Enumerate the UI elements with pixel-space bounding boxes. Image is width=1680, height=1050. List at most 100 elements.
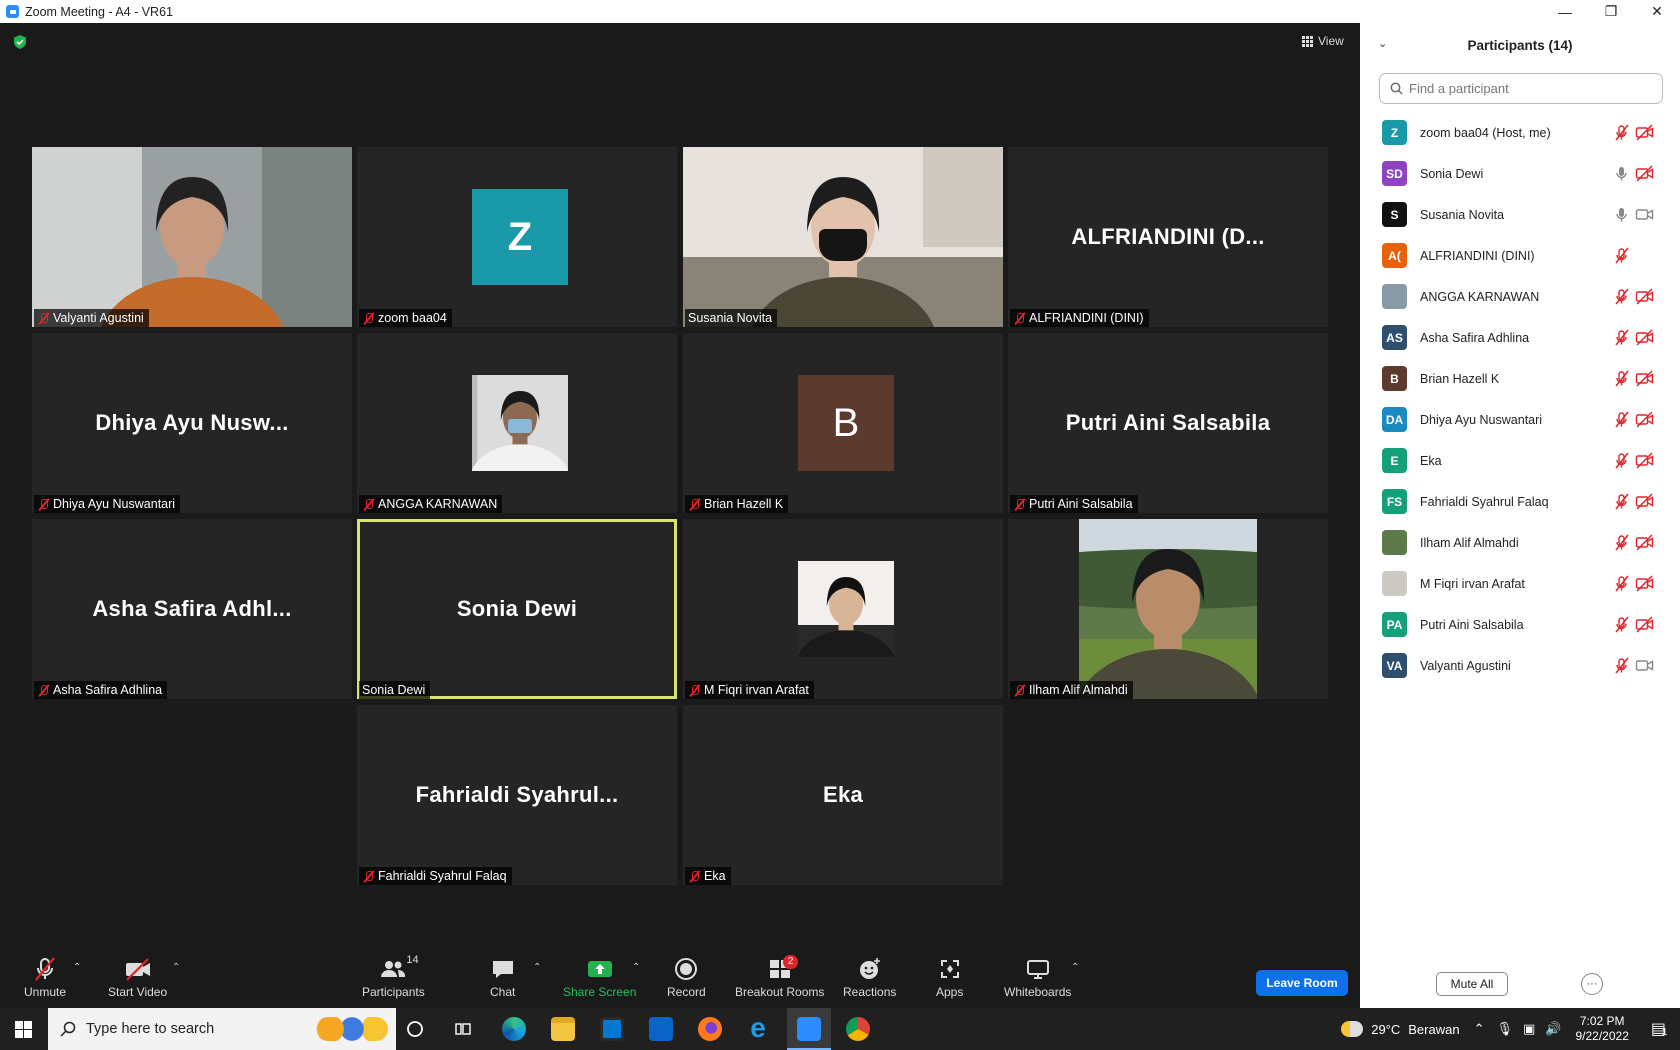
microsoft-store-icon[interactable] (600, 1017, 624, 1041)
minimize-icon[interactable]: — (1542, 0, 1588, 23)
firefox-icon[interactable] (698, 1017, 722, 1041)
share-screen-button[interactable]: Share Screen (563, 956, 636, 999)
participant-row-brian-hazell-k[interactable]: B Brian Hazell K (1360, 358, 1680, 399)
tile-name: Ilham Alif Almahdi (1029, 683, 1128, 697)
apps-button[interactable]: Apps (936, 956, 963, 999)
close-icon[interactable]: ✕ (1634, 0, 1680, 23)
volume-icon[interactable]: 🔊 (1545, 1021, 1561, 1037)
participant-row-sonia-dewi[interactable]: SD Sonia Dewi (1360, 153, 1680, 194)
mic-muted-icon[interactable] (1613, 411, 1630, 428)
participant-row-zoom-baa04-host-me[interactable]: Zzoom baa04 (Host, me) (1360, 112, 1680, 153)
participant-search-input[interactable] (1409, 81, 1639, 96)
internet-explorer-icon[interactable]: e (746, 1014, 770, 1042)
mic-muted-icon[interactable] (1613, 124, 1630, 141)
video-tile-putri-aini-salsabila[interactable]: Putri Aini Salsabila Putri Aini Salsabila (1008, 333, 1328, 513)
task-view-icon[interactable] (454, 1020, 472, 1038)
more-options-button[interactable]: ··· (1581, 973, 1603, 995)
participant-row-alfriandini-dini[interactable]: A(ALFRIANDINI (DINI) (1360, 235, 1680, 276)
participants-button[interactable]: 14 Participants (362, 954, 425, 999)
taskbar-search[interactable]: Type here to search (48, 1008, 396, 1050)
breakout-rooms-label: Breakout Rooms (735, 985, 825, 999)
breakout-rooms-button[interactable]: 2 Breakout Rooms (735, 955, 825, 999)
chrome-icon[interactable] (846, 1017, 870, 1041)
whiteboards-button[interactable]: Whiteboards (1004, 956, 1071, 999)
mic-muted-icon[interactable] (1613, 493, 1630, 510)
avatar: B (798, 375, 894, 471)
collapse-chevron-icon[interactable]: ⌄ (1378, 37, 1387, 50)
chat-button[interactable]: Chat (490, 956, 515, 999)
participant-row-ilham-alif-almahdi[interactable]: Ilham Alif Almahdi (1360, 522, 1680, 563)
tray-overflow-chevron-icon[interactable]: ⌃ (1474, 1021, 1485, 1037)
video-tile-eka[interactable]: Eka Eka (683, 705, 1003, 885)
cortana-icon[interactable] (406, 1020, 424, 1038)
audio-options-caret-icon[interactable]: ⌃ (73, 962, 81, 973)
participant-row-susania-novita[interactable]: S Susania Novita (1360, 194, 1680, 235)
video-tile-fahrialdi-syahrul-falaq[interactable]: Fahrialdi Syahrul... Fahrialdi Syahrul Fa… (357, 705, 677, 885)
weather-icon[interactable] (1341, 1021, 1364, 1037)
windows-start-icon[interactable] (15, 1021, 32, 1038)
tile-name: Eka (704, 869, 726, 883)
unmute-button[interactable]: Unmute (24, 956, 66, 999)
participant-row-dhiya-ayu-nuswantari[interactable]: DA Dhiya Ayu Nuswantari (1360, 399, 1680, 440)
mic-icon[interactable] (1613, 206, 1630, 223)
share-screen-icon (587, 961, 612, 977)
window-title: Zoom Meeting - A4 - VR61 (25, 4, 173, 19)
share-options-caret-icon[interactable]: ⌃ (632, 962, 640, 973)
mic-muted-icon[interactable] (1613, 247, 1630, 264)
tile-name: Sonia Dewi (362, 683, 426, 697)
mic-muted-icon[interactable] (1613, 534, 1630, 551)
video-tile-brian-hazell-k[interactable]: B Brian Hazell K (683, 333, 1003, 513)
participant-row-fahrialdi-syahrul-falaq[interactable]: FS Fahrialdi Syahrul Falaq (1360, 481, 1680, 522)
clock[interactable]: 7:02 PM 9/22/2022 (1575, 1014, 1628, 1044)
view-button[interactable]: View (1302, 34, 1344, 48)
start-video-button[interactable]: Start Video (108, 956, 167, 999)
whiteboard-options-caret-icon[interactable]: ⌃ (1071, 962, 1079, 973)
mic-muted-icon[interactable] (1613, 657, 1630, 674)
record-button[interactable]: Record (667, 956, 706, 999)
file-explorer-icon[interactable] (551, 1017, 575, 1041)
video-tile-angga-karnawan[interactable]: ANGGA KARNAWAN (357, 333, 677, 513)
participant-row-valyanti-agustini[interactable]: VA Valyanti Agustini (1360, 645, 1680, 686)
video-options-caret-icon[interactable]: ⌃ (172, 962, 180, 973)
video-tile-susania-novita[interactable]: Susania Novita (683, 147, 1003, 327)
video-tile-zoom-baa04[interactable]: Zzoom baa04 (357, 147, 677, 327)
notification-center-icon[interactable]: ▤ 1 (1651, 1019, 1668, 1039)
video-tile-dhiya-ayu-nuswantari[interactable]: Dhiya Ayu Nusw... Dhiya Ayu Nuswantari (32, 333, 352, 513)
participant-search[interactable] (1379, 73, 1663, 104)
tile-name: Susania Novita (688, 311, 773, 325)
participant-row-putri-aini-salsabila[interactable]: PA Putri Aini Salsabila (1360, 604, 1680, 645)
mute-all-button[interactable]: Mute All (1436, 972, 1508, 996)
mail-icon[interactable] (649, 1017, 673, 1041)
mic-muted-icon[interactable] (1613, 575, 1630, 592)
tile-name: Dhiya Ayu Nuswantari (53, 497, 176, 511)
mic-muted-icon[interactable] (1613, 370, 1630, 387)
restore-icon[interactable]: ❐ (1588, 0, 1634, 23)
video-tile-asha-safira-adhlina[interactable]: Asha Safira Adhl... Asha Safira Adhlina (32, 519, 352, 699)
video-tile-sonia-dewi[interactable]: Sonia Dewi Sonia Dewi (357, 519, 677, 699)
reactions-button[interactable]: Reactions (843, 956, 896, 999)
profile-photo (472, 375, 568, 471)
participant-row-m-fiqri-irvan-arafat[interactable]: M Fiqri irvan Arafat (1360, 563, 1680, 604)
video-tile-m-fiqri-irvan-arafat[interactable]: M Fiqri irvan Arafat (683, 519, 1003, 699)
video-tile-valyanti-agustini[interactable]: Valyanti Agustini (32, 147, 352, 327)
mic-icon[interactable] (1613, 165, 1630, 182)
chat-options-caret-icon[interactable]: ⌃ (533, 962, 541, 973)
participant-avatar: S (1382, 202, 1407, 227)
video-tile-ilham-alif-almahdi[interactable]: Ilham Alif Almahdi (1008, 519, 1328, 699)
video-off-icon (1635, 329, 1654, 346)
participants-title: Participants (14) (1467, 37, 1573, 53)
security-shield-icon[interactable] (12, 34, 28, 50)
participant-row-asha-safira-adhlina[interactable]: AS Asha Safira Adhlina (1360, 317, 1680, 358)
mic-muted-icon[interactable] (1613, 452, 1630, 469)
video-tile-alfriandini-dini[interactable]: ALFRIANDINI (D... ALFRIANDINI (DINI) (1008, 147, 1328, 327)
network-icon[interactable]: ▣ (1523, 1021, 1535, 1037)
participant-avatar: B (1382, 366, 1407, 391)
mic-muted-icon[interactable] (1613, 329, 1630, 346)
leave-room-button[interactable]: Leave Room (1256, 970, 1348, 996)
participant-row-eka[interactable]: E Eka (1360, 440, 1680, 481)
microphone-tray-icon[interactable]: 🎙 (1496, 1021, 1513, 1037)
mic-muted-icon[interactable] (1613, 616, 1630, 633)
participant-row-angga-karnawan[interactable]: ANGGA KARNAWAN (1360, 276, 1680, 317)
mic-muted-icon[interactable] (1613, 288, 1630, 305)
edge-browser-icon[interactable] (502, 1017, 526, 1041)
